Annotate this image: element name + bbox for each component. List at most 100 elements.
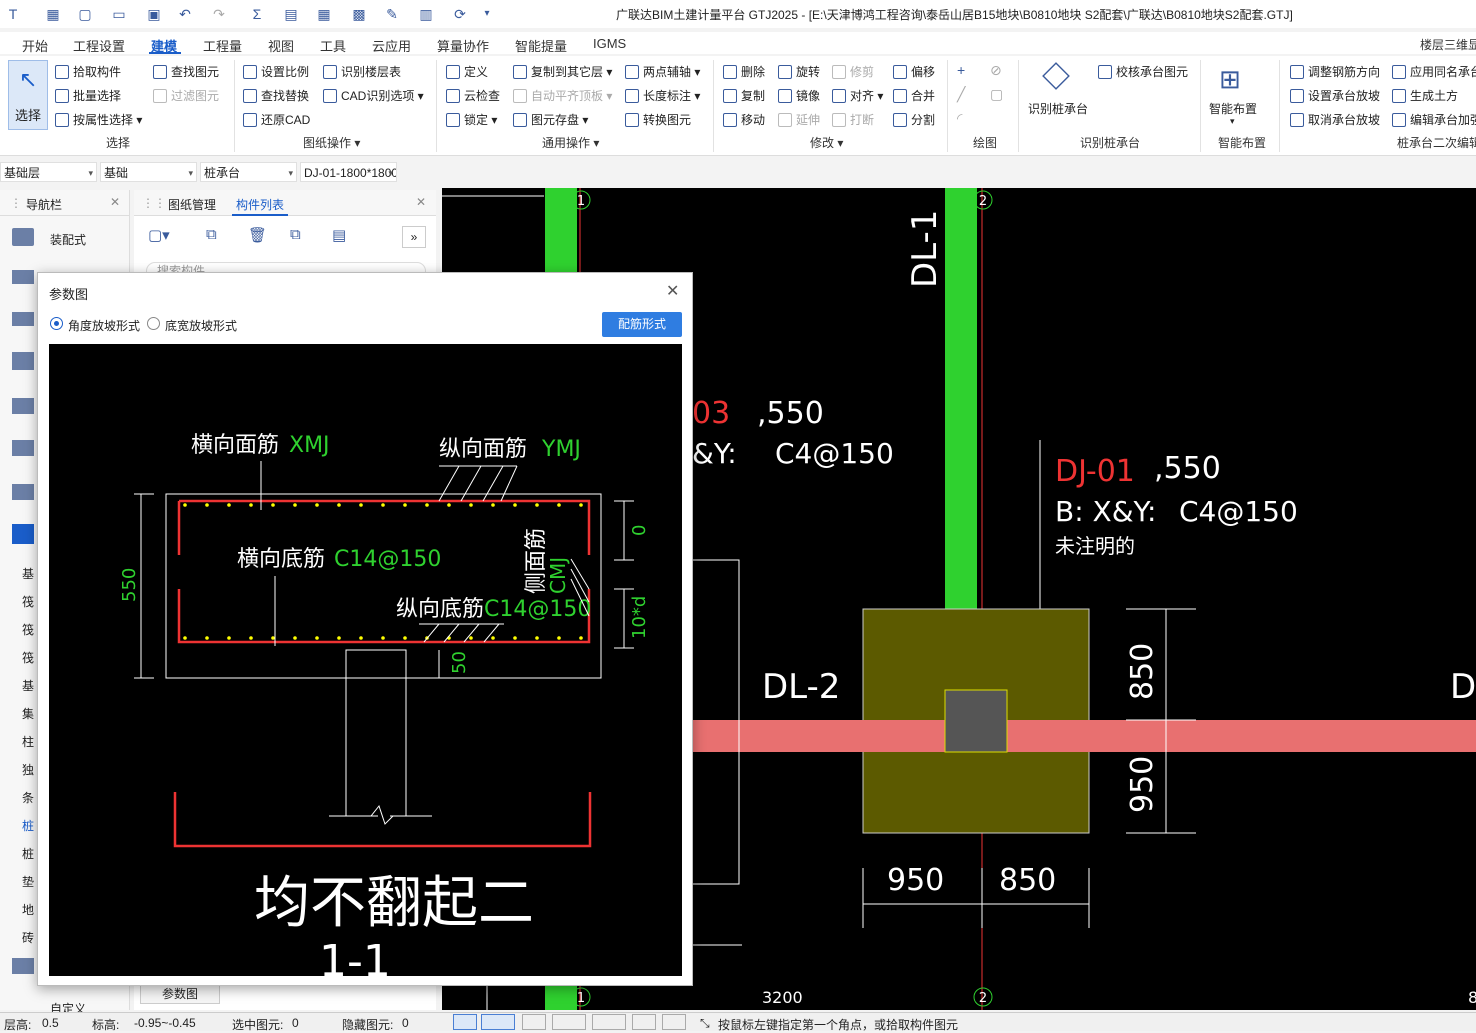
menu-cloud[interactable]: 云应用	[372, 36, 411, 55]
two-point-axis-button[interactable]: 两点辅轴 ▾	[625, 63, 700, 81]
menu-view[interactable]: 视图	[268, 36, 294, 55]
pen-icon[interactable]: ✎	[383, 5, 401, 23]
menu-quantity[interactable]: 工程量	[203, 36, 242, 55]
apply-same-name-button[interactable]: 应用同名承台	[1392, 63, 1476, 81]
point-snap-icon[interactable]	[592, 1014, 626, 1030]
grid-select-icon[interactable]: ▦	[44, 5, 62, 23]
snap-toggle-icon[interactable]	[481, 1014, 515, 1030]
menu-start[interactable]: 开始	[22, 36, 48, 55]
menu-tools[interactable]: 工具	[320, 36, 346, 55]
beam-icon[interactable]	[12, 270, 34, 284]
menu-collab[interactable]: 算量协作	[437, 36, 489, 55]
cross-icon[interactable]	[522, 1014, 546, 1030]
nav-item[interactable]: 筏	[22, 588, 34, 616]
nav-assembly[interactable]: 装配式	[50, 231, 86, 248]
sync-icon[interactable]: ⟳	[451, 5, 469, 23]
nav-item[interactable]: 垫	[22, 868, 34, 896]
radio-width-slope[interactable]	[147, 317, 160, 330]
close-icon[interactable]: ✕	[666, 281, 679, 301]
delete-button[interactable]: 删除	[723, 63, 765, 81]
new-file-icon[interactable]: ▢	[76, 5, 94, 23]
decoration-icon[interactable]	[12, 398, 34, 414]
new-component-icon[interactable]: ▢▾	[148, 226, 170, 244]
nav-item[interactable]: 筏	[22, 616, 34, 644]
extend-button[interactable]: 延伸	[778, 111, 820, 129]
nav-item-active[interactable]: 桩	[22, 812, 34, 840]
nav-item[interactable]: 砖	[22, 924, 34, 952]
rotate-point-icon[interactable]: ⊘	[990, 62, 1002, 79]
foundation-icon[interactable]	[12, 524, 34, 544]
component-select[interactable]: DJ-01-1800*1800	[300, 162, 397, 182]
recognize-floor-table-button[interactable]: 识别楼层表	[323, 63, 401, 81]
tab-component-list[interactable]: 构件列表	[236, 196, 284, 213]
nav-item[interactable]: 桩	[22, 840, 34, 868]
cancel-slope-button[interactable]: 取消承台放坡	[1290, 111, 1380, 129]
menu-igms[interactable]: IGMS	[593, 36, 626, 51]
auto-align-button[interactable]: 自动平齐顶板 ▾	[513, 87, 612, 105]
undo-icon[interactable]: ↶	[176, 5, 194, 23]
recognize-cap-button[interactable]: 识别桩承台	[1028, 60, 1090, 126]
category-select[interactable]: 基础	[100, 162, 197, 182]
nav-item[interactable]: 独	[22, 756, 34, 784]
define-button[interactable]: 定义	[446, 63, 488, 81]
align-button[interactable]: 对齐 ▾	[832, 87, 883, 105]
rebar-form-button[interactable]: 配筋形式	[602, 312, 682, 337]
lock-button[interactable]: 锁定 ▾	[446, 111, 497, 129]
menu-project-settings[interactable]: 工程设置	[73, 36, 125, 55]
ortho-toggle-icon[interactable]	[453, 1014, 477, 1030]
open-file-icon[interactable]: ▭	[110, 5, 128, 23]
length-dim-button[interactable]: 长度标注 ▾	[625, 87, 700, 105]
save-icon[interactable]: ▣	[145, 5, 163, 23]
edit-cap-rebar-button[interactable]: 编辑承台加强	[1392, 111, 1476, 129]
report-icon[interactable]: ▤	[282, 5, 300, 23]
table-icon[interactable]: ▦	[315, 5, 333, 23]
select-by-property-button[interactable]: 按属性选择 ▾	[55, 111, 142, 129]
pick-component-button[interactable]: 拾取构件	[55, 63, 121, 81]
merge-button[interactable]: 合并	[893, 87, 935, 105]
radio-angle-slope[interactable]	[50, 317, 63, 330]
copy-to-floor-button[interactable]: 复制到其它层 ▾	[513, 63, 612, 81]
generate-earthwork-button[interactable]: 生成土方	[1392, 87, 1458, 105]
nav-item[interactable]: 基	[22, 560, 34, 588]
point-icon[interactable]: +	[957, 62, 965, 78]
restore-cad-button[interactable]: 还原CAD	[243, 111, 310, 129]
component-icon[interactable]: ▩	[350, 5, 368, 23]
redo-icon[interactable]: ↷	[210, 5, 228, 23]
stair-icon[interactable]	[12, 352, 34, 370]
earth-icon[interactable]	[12, 440, 34, 456]
set-slope-button[interactable]: 设置承台放坡	[1290, 87, 1380, 105]
cloud-check-button[interactable]: 云检查	[446, 87, 500, 105]
convert-element-button[interactable]: 转换图元	[625, 111, 691, 129]
tab-drawing-mgmt[interactable]: 图纸管理	[168, 196, 216, 213]
nav-item[interactable]: 筏	[22, 644, 34, 672]
offset-button[interactable]: 偏移	[893, 63, 935, 81]
angle-icon[interactable]	[552, 1014, 586, 1030]
find-element-button[interactable]: 查找图元	[153, 63, 219, 81]
delete-component-icon[interactable]: 🗑	[248, 226, 267, 244]
save-element-button[interactable]: 图元存盘 ▾	[513, 111, 588, 129]
rotate-button[interactable]: 旋转	[778, 63, 820, 81]
adjust-rebar-button[interactable]: 调整钢筋方向	[1290, 63, 1380, 81]
copy-button[interactable]: 复制	[723, 87, 765, 105]
cad-options-button[interactable]: CAD识别选项 ▾	[323, 87, 424, 105]
floor-select[interactable]: 基础层	[0, 162, 97, 182]
type-select[interactable]: 桩承台	[200, 162, 297, 182]
summary-icon[interactable]: Σ	[248, 5, 266, 23]
close-icon[interactable]: ✕	[416, 195, 426, 209]
layers-icon[interactable]	[12, 958, 34, 974]
nav-item[interactable]: 集	[22, 700, 34, 728]
find-replace-button[interactable]: 查找替换	[243, 87, 309, 105]
layer-copy-icon[interactable]: ⧉	[290, 226, 301, 243]
filter-element-button[interactable]: 过滤图元	[153, 87, 219, 105]
check-cap-button[interactable]: 校核承台图元	[1098, 63, 1188, 81]
arc-mode-icon[interactable]	[662, 1014, 686, 1030]
view-icon[interactable]: ▥	[417, 5, 435, 23]
more-icon[interactable]: »	[402, 226, 426, 248]
batch-select-button[interactable]: 批量选择	[55, 87, 121, 105]
param-diagram-button[interactable]: 参数图	[140, 984, 220, 1004]
menu-3d-floor[interactable]: 楼层三维显	[1420, 36, 1476, 53]
smart-layout-button[interactable]: ⊞ 智能布置 ▾	[1207, 60, 1263, 130]
display-icon[interactable]	[632, 1014, 656, 1030]
select-button[interactable]: ↖ 选择	[8, 60, 48, 130]
arc-icon[interactable]: ◜	[957, 110, 962, 127]
